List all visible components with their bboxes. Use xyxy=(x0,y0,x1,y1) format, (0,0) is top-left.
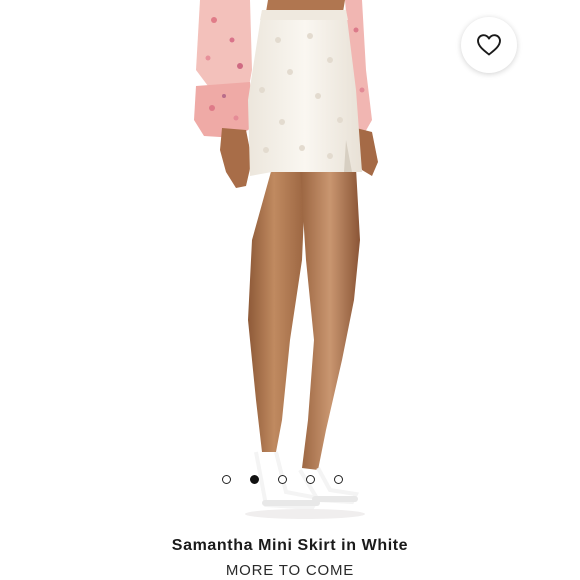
carousel-dot-5[interactable] xyxy=(334,474,343,484)
carousel-dot-1[interactable] xyxy=(222,474,231,484)
product-image[interactable] xyxy=(0,0,580,525)
blouse-sleeve-left xyxy=(194,0,254,138)
heart-outline-icon xyxy=(477,34,501,56)
carousel-indicators xyxy=(222,472,343,486)
model-photo xyxy=(194,0,378,519)
skirt xyxy=(248,10,362,176)
carousel-dot-3[interactable] xyxy=(278,474,287,484)
product-card: Samantha Mini Skirt in White MORE TO COM… xyxy=(0,0,580,580)
carousel-dot-4[interactable] xyxy=(306,474,315,484)
carousel-dot-2[interactable] xyxy=(250,474,259,484)
product-status: MORE TO COME xyxy=(225,562,355,579)
favorite-button[interactable] xyxy=(461,17,517,73)
product-title[interactable]: Samantha Mini Skirt in White xyxy=(0,537,580,555)
